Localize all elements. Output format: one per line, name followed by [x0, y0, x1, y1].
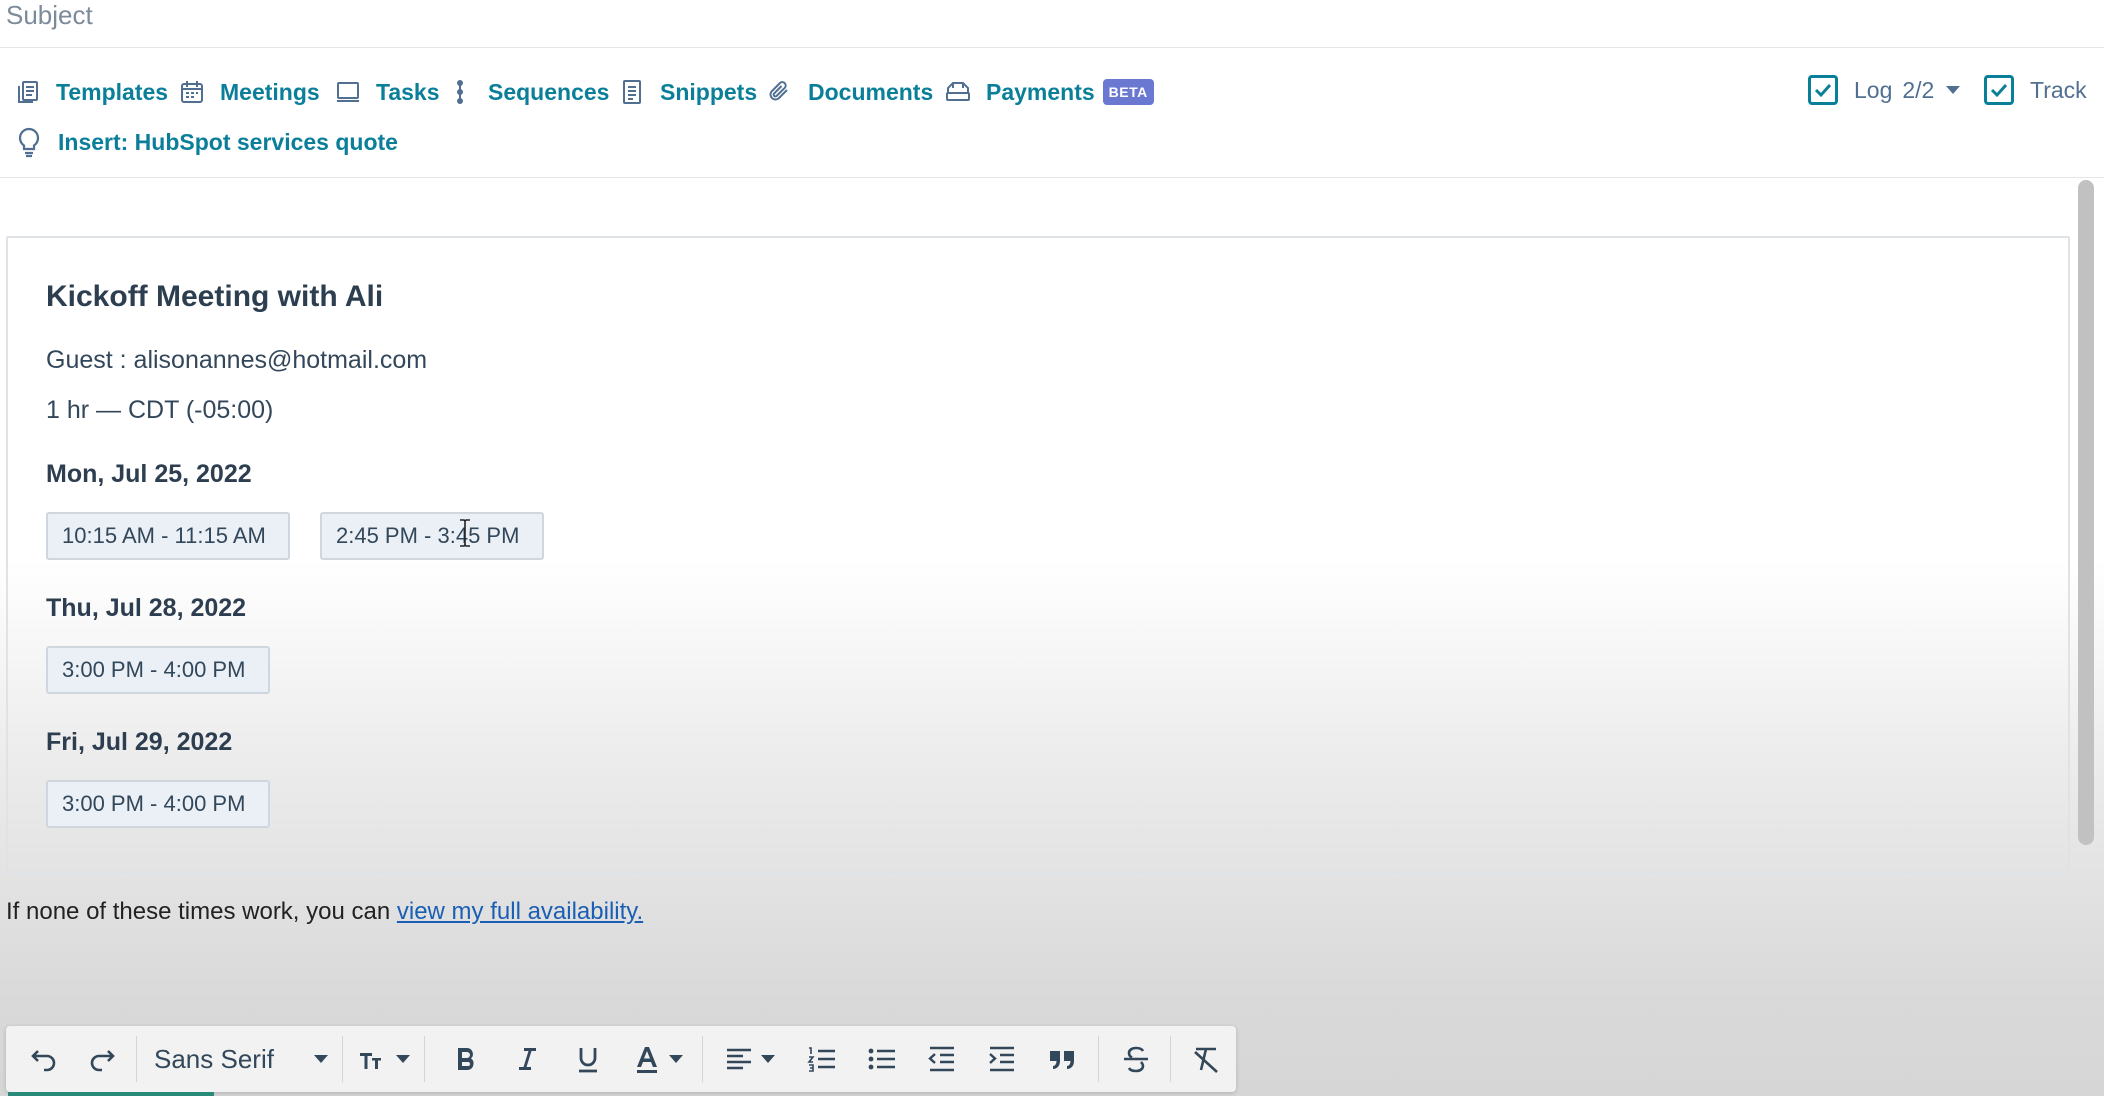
- indent-icon: [989, 1046, 1014, 1072]
- sequences-button[interactable]: Sequences: [446, 72, 609, 112]
- indent-button[interactable]: [974, 1026, 1030, 1092]
- text-color-icon: [637, 1047, 657, 1073]
- font-size-button[interactable]: [352, 1026, 416, 1092]
- subject-row[interactable]: Subject: [0, 0, 2104, 48]
- templates-icon: [14, 78, 42, 106]
- meeting-title: Kickoff Meeting with Ali: [46, 280, 384, 313]
- tasks-label: Tasks: [376, 78, 440, 105]
- track-label: Track: [2030, 76, 2087, 103]
- log-count: 2/2: [1902, 76, 1935, 103]
- italic-icon: [519, 1048, 536, 1070]
- calendar-icon: [178, 78, 206, 106]
- italic-button[interactable]: [500, 1026, 556, 1092]
- numbered-list-button[interactable]: [794, 1026, 850, 1092]
- redo-icon: [90, 1050, 115, 1072]
- clear-formatting-icon: [1194, 1047, 1218, 1073]
- insert-quote-label: Insert: HubSpot services quote: [58, 128, 398, 155]
- scrollbar-thumb[interactable]: [2078, 180, 2094, 845]
- time-slot-button[interactable]: 10:15 AM - 11:15 AM: [46, 512, 290, 560]
- meetings-label: Meetings: [220, 78, 320, 105]
- meeting-guest: Guest : alisonannes@hotmail.com: [46, 346, 428, 374]
- strikethrough-button[interactable]: [1108, 1026, 1164, 1092]
- meeting-times-card: Kickoff Meeting with Ali Guest : alisona…: [6, 236, 2070, 874]
- tasks-button[interactable]: Tasks: [334, 72, 440, 112]
- availability-prefix: If none of these times work, you can: [6, 898, 397, 925]
- text-color-button[interactable]: [622, 1026, 692, 1092]
- payments-label: Payments: [986, 78, 1095, 105]
- redo-button[interactable]: [78, 1026, 126, 1092]
- undo-icon: [31, 1050, 56, 1072]
- numbered-list-icon: [807, 1047, 835, 1072]
- chevron-down-icon: [761, 1055, 775, 1063]
- full-availability-link[interactable]: view my full availability.: [397, 898, 643, 925]
- meeting-duration: 1 hr — CDT (-05:00): [46, 396, 274, 424]
- bold-icon: [458, 1048, 474, 1070]
- track-control[interactable]: Track: [1984, 70, 2087, 110]
- chevron-down-icon[interactable]: [1946, 86, 1961, 94]
- log-checkbox[interactable]: [1808, 75, 1838, 105]
- snippets-label: Snippets: [660, 78, 758, 105]
- strikethrough-icon: [1124, 1046, 1148, 1073]
- tasks-icon: [334, 78, 362, 106]
- underline-icon: [579, 1048, 597, 1073]
- documents-label: Documents: [808, 78, 934, 105]
- align-left-icon: [727, 1048, 751, 1070]
- log-control[interactable]: Log 2/2: [1808, 70, 1961, 110]
- lightbulb-icon: [14, 126, 44, 158]
- chevron-down-icon: [669, 1055, 683, 1063]
- toolbar-divider: [342, 1036, 343, 1082]
- snippets-button[interactable]: Snippets: [618, 72, 757, 112]
- text-cursor-icon: [460, 519, 470, 547]
- clear-formatting-button[interactable]: [1178, 1026, 1234, 1092]
- snippets-icon: [618, 78, 646, 106]
- chevron-down-icon: [396, 1055, 410, 1063]
- log-label: Log: [1854, 76, 1893, 103]
- outdent-button[interactable]: [914, 1026, 970, 1092]
- sequences-label: Sequences: [488, 78, 610, 105]
- payments-button[interactable]: Payments BETA: [944, 72, 1154, 112]
- bold-button[interactable]: [438, 1026, 494, 1092]
- quote-icon: [1050, 1051, 1074, 1069]
- underline-button[interactable]: [560, 1026, 616, 1092]
- payments-icon: [944, 78, 972, 106]
- insert-quote-link[interactable]: Insert: HubSpot services quote: [14, 126, 398, 158]
- font-size-icon: [360, 1053, 381, 1069]
- align-button[interactable]: [714, 1026, 784, 1092]
- toolbar-divider: [1098, 1036, 1099, 1082]
- bullet-list-button[interactable]: [854, 1026, 910, 1092]
- time-slot-button[interactable]: 2:45 PM - 3:45 PM: [320, 512, 544, 560]
- beta-badge: BETA: [1102, 79, 1154, 105]
- day-heading: Fri, Jul 29, 2022: [46, 728, 233, 756]
- rich-text-toolbar: Sans Serif: [6, 1026, 1236, 1092]
- undo-button[interactable]: [20, 1026, 68, 1092]
- sequences-icon: [446, 78, 474, 106]
- font-family-value: Sans Serif: [154, 1043, 274, 1074]
- outdent-icon: [928, 1046, 954, 1072]
- email-toolbar: Templates Meetings Tasks Sequences Snipp…: [0, 60, 2104, 178]
- chevron-down-icon: [314, 1055, 328, 1063]
- templates-label: Templates: [56, 78, 169, 105]
- time-slot-button[interactable]: 3:00 PM - 4:00 PM: [46, 780, 270, 828]
- toolbar-divider: [702, 1036, 703, 1082]
- subject-label: Subject: [6, 0, 93, 30]
- toolbar-divider: [1170, 1036, 1171, 1082]
- toolbar-divider: [424, 1036, 425, 1082]
- paperclip-icon: [766, 78, 794, 106]
- blockquote-button[interactable]: [1034, 1026, 1090, 1092]
- bullet-list-icon: [868, 1048, 895, 1070]
- availability-text: If none of these times work, you can vie…: [6, 898, 643, 926]
- font-family-select[interactable]: Sans Serif: [146, 1026, 336, 1092]
- templates-button[interactable]: Templates: [14, 72, 168, 112]
- day-heading: Thu, Jul 28, 2022: [46, 594, 247, 622]
- track-checkbox[interactable]: [1984, 75, 2014, 105]
- toolbar-divider: [136, 1036, 137, 1082]
- time-slot-button[interactable]: 3:00 PM - 4:00 PM: [46, 646, 270, 694]
- documents-button[interactable]: Documents: [766, 72, 933, 112]
- meetings-button[interactable]: Meetings: [178, 72, 320, 112]
- day-heading: Mon, Jul 25, 2022: [46, 460, 252, 488]
- bottom-edge-strip: [8, 1092, 214, 1096]
